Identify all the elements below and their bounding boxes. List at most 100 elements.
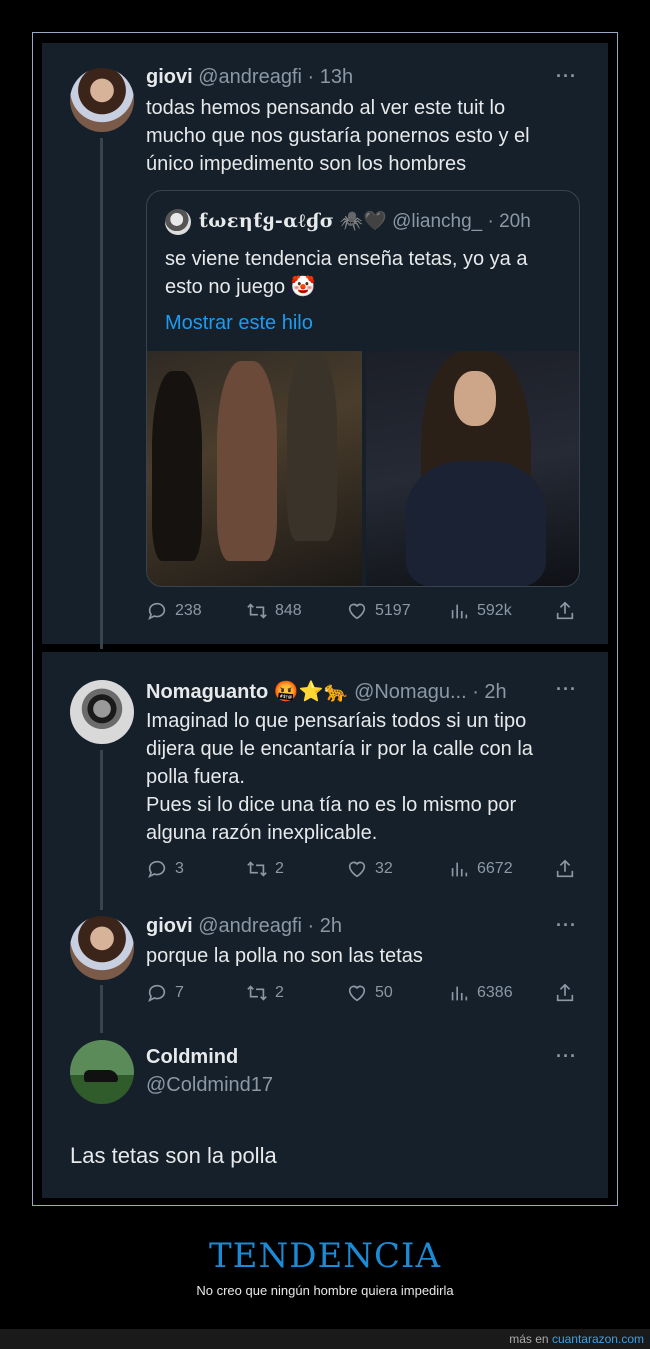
author-handle-time[interactable]: @andreagfi · 13h xyxy=(198,66,353,88)
author-name[interactable]: Coldmind xyxy=(146,1046,238,1068)
tweet-header: Coldmind xyxy=(146,1046,238,1069)
quote-emoji: 🕷️🖤 xyxy=(339,211,387,232)
more-options-icon[interactable]: ··· xyxy=(556,66,577,87)
quote-text-line: se viene tendencia enseña tetas, yo ya a xyxy=(165,248,528,270)
tweet-text-line: Pues si lo dice una tía no es lo mismo p… xyxy=(146,794,517,816)
share-button[interactable] xyxy=(554,600,576,622)
photo-figure xyxy=(406,461,546,586)
like-button[interactable]: 32 xyxy=(346,858,393,880)
quote-author-name: ƭωεηƭყ-αℓɠσ xyxy=(199,210,335,232)
tweet-text-line: todas hemos pensando al ver este tuit lo xyxy=(146,97,506,119)
tweet-text: porque la polla no son las tetas xyxy=(146,945,423,967)
tweet-text: Imaginad lo que pensaríais todos si un t… xyxy=(146,707,586,847)
views-button[interactable]: 6386 xyxy=(448,982,513,1004)
like-count: 32 xyxy=(375,860,393,877)
author-handle[interactable]: @Coldmind17 xyxy=(146,1074,273,1097)
author-name[interactable]: giovi xyxy=(146,915,193,937)
tweet-text-line: polla fuera. xyxy=(146,766,245,788)
more-options-icon[interactable]: ··· xyxy=(556,915,577,936)
views-count: 592k xyxy=(477,602,512,619)
views-count: 6386 xyxy=(477,984,513,1001)
photo-figure xyxy=(454,371,496,426)
author-emoji: 🤬⭐🐆 xyxy=(273,681,349,703)
tweet-text-line: único impedimento son los hombres xyxy=(146,153,467,175)
reply-count: 7 xyxy=(175,984,184,1001)
views-count: 6672 xyxy=(477,860,513,877)
heart-icon xyxy=(348,861,366,878)
quote-handle-time: @lianchg_ · 20h xyxy=(392,211,531,232)
retweet-button[interactable]: 2 xyxy=(246,858,284,880)
photo-figure xyxy=(287,351,337,541)
more-options-icon[interactable]: ··· xyxy=(556,1046,577,1067)
retweet-count: 2 xyxy=(275,984,284,1001)
banner-subtitle: No creo que ningún hombre quiera impedir… xyxy=(196,1283,454,1298)
avatar[interactable] xyxy=(70,1040,134,1104)
reply-count: 3 xyxy=(175,860,184,877)
more-options-icon[interactable]: ··· xyxy=(556,679,577,700)
tweet-header: Nomaguanto 🤬⭐🐆 @Nomagu... · 2h xyxy=(146,679,507,704)
tweet-actions: 238 848 5197 592k xyxy=(146,600,586,624)
author-handle-time[interactable]: @Nomagu... · 2h xyxy=(354,681,507,703)
retweet-icon xyxy=(247,985,267,1001)
retweet-button[interactable]: 2 xyxy=(246,982,284,1004)
tweet-actions: 7 2 50 6386 xyxy=(146,982,586,1006)
reply-button[interactable]: 7 xyxy=(146,982,184,1004)
share-button[interactable] xyxy=(554,982,576,1004)
reply-icon xyxy=(148,602,166,620)
like-button[interactable]: 50 xyxy=(346,982,393,1004)
author-name[interactable]: giovi xyxy=(146,66,193,88)
share-icon xyxy=(556,983,574,1002)
retweet-icon xyxy=(247,861,267,877)
avatar[interactable] xyxy=(70,680,134,744)
footer-prefix: más en xyxy=(509,1332,552,1346)
reply-button[interactable]: 238 xyxy=(146,600,202,622)
tweet-header: giovi @andreagfi · 2h xyxy=(146,915,342,938)
retweet-button[interactable]: 848 xyxy=(246,600,302,622)
avatar[interactable] xyxy=(70,68,134,132)
quote-text: se viene tendencia enseña tetas, yo ya a… xyxy=(165,245,575,301)
tweet-header: giovi @andreagfi · 13h xyxy=(146,66,353,89)
photo-figure xyxy=(152,371,202,561)
tweet-text-line: alguna razón inexplicable. xyxy=(146,822,378,844)
retweet-count: 2 xyxy=(275,860,284,877)
quote-photo-1[interactable] xyxy=(147,351,362,586)
photo-figure xyxy=(217,361,277,561)
quote-photo-2[interactable] xyxy=(366,351,579,586)
footer-site-link[interactable]: cuantarazon.com xyxy=(552,1332,644,1346)
quote-avatar xyxy=(165,209,191,235)
like-count: 5197 xyxy=(375,602,411,619)
tweet-text: todas hemos pensando al ver este tuit lo… xyxy=(146,94,586,178)
like-button[interactable]: 5197 xyxy=(346,600,411,622)
share-button[interactable] xyxy=(554,858,576,880)
like-count: 50 xyxy=(375,984,393,1001)
quote-header: ƭωεηƭყ-αℓɠσ 🕷️🖤 @lianchg_ · 20h xyxy=(199,209,531,233)
tweet-text-line: mucho que nos gustaría ponernos esto y e… xyxy=(146,125,530,147)
author-handle-time[interactable]: @andreagfi · 2h xyxy=(198,915,342,937)
heart-icon xyxy=(348,985,366,1002)
reply-icon xyxy=(148,860,166,878)
retweet-count: 848 xyxy=(275,602,302,619)
heart-icon xyxy=(348,603,366,620)
reply-button[interactable]: 3 xyxy=(146,858,184,880)
quoted-tweet[interactable]: ƭωεηƭყ-αℓɠσ 🕷️🖤 @lianchg_ · 20h se viene… xyxy=(146,190,580,587)
thread-line xyxy=(100,985,103,1033)
tweet-text-line: Imaginad lo que pensaríais todos si un t… xyxy=(146,710,527,732)
views-icon xyxy=(451,604,468,619)
retweet-icon xyxy=(247,603,267,619)
views-button[interactable]: 592k xyxy=(448,600,512,622)
show-thread-link[interactable]: Mostrar este hilo xyxy=(165,309,313,337)
avatar[interactable] xyxy=(70,916,134,980)
views-button[interactable]: 6672 xyxy=(448,858,513,880)
reply-count: 238 xyxy=(175,602,202,619)
views-icon xyxy=(451,986,468,1001)
thread-line xyxy=(100,138,103,649)
banner-title: TENDENCIA xyxy=(208,1236,442,1276)
views-icon xyxy=(451,862,468,877)
author-name[interactable]: Nomaguanto xyxy=(146,681,268,703)
reply-icon xyxy=(148,984,166,1002)
share-icon xyxy=(556,859,574,878)
share-icon xyxy=(556,601,574,620)
tweet-text: Las tetas son la polla xyxy=(70,1143,277,1168)
site-footer: más en cuantarazon.com xyxy=(0,1329,650,1349)
tweet-actions: 3 2 32 6672 xyxy=(146,858,586,882)
